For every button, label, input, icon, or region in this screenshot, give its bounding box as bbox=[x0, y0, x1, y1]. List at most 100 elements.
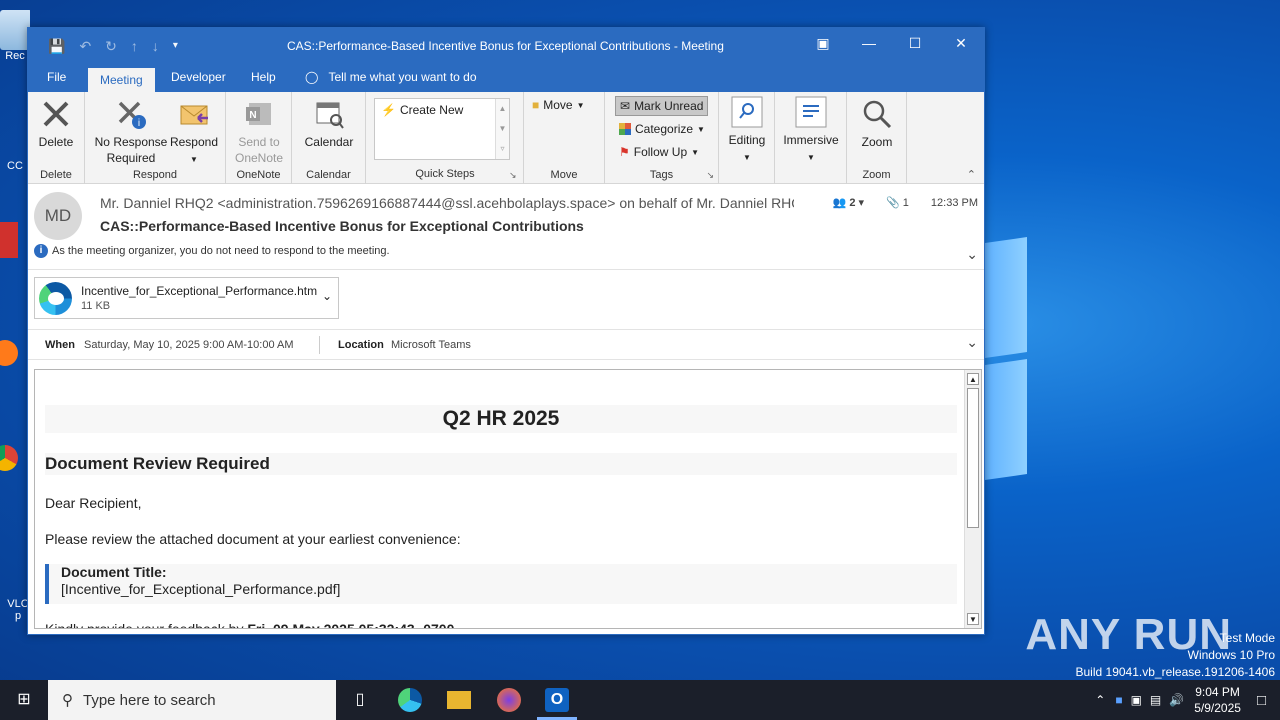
when-value: Saturday, May 10, 2025 9:00 AM-10:00 AM bbox=[84, 339, 294, 351]
no-response-icon: i bbox=[118, 101, 146, 129]
notification-icon[interactable]: □ bbox=[1257, 692, 1266, 709]
chevron-down-icon: ▼ bbox=[807, 153, 815, 162]
scroll-down-icon[interactable]: ▼ bbox=[967, 613, 979, 625]
attachment-card[interactable]: Incentive_for_Exceptional_Performance.ht… bbox=[34, 277, 339, 319]
chevron-down-icon: ▼ bbox=[743, 153, 751, 162]
categorize-button[interactable]: Categorize ▼ bbox=[619, 122, 705, 136]
categorize-icon bbox=[619, 123, 631, 135]
network-icon[interactable]: ▤ bbox=[1150, 693, 1161, 707]
body-paragraph: Please review the attached document at y… bbox=[45, 531, 461, 547]
subject: CAS::Performance-Based Incentive Bonus f… bbox=[100, 218, 584, 234]
body-scrollbar[interactable]: ▲ ▼ bbox=[964, 370, 981, 628]
when-label: When bbox=[45, 339, 75, 351]
group-label: OneNote bbox=[236, 169, 281, 181]
scroll-up-icon[interactable]: ▲ bbox=[967, 373, 979, 385]
device-icon[interactable]: ▣ bbox=[1131, 693, 1142, 707]
quick-step-create-new[interactable]: ⚡ Create New bbox=[381, 103, 463, 117]
search-placeholder: Type here to search bbox=[83, 691, 216, 709]
down-arrow-icon[interactable]: ↓ bbox=[152, 38, 159, 55]
move-button[interactable]: ■ Move ▼ bbox=[532, 98, 585, 112]
message-time: 12:33 PM bbox=[930, 196, 978, 209]
customize-toolbar-icon[interactable]: ▾ bbox=[173, 38, 178, 55]
editing-button[interactable]: Editing ▼ bbox=[724, 96, 770, 166]
onenote-icon: N bbox=[246, 103, 271, 125]
attendees-button[interactable]: 👥 2 ▾ bbox=[833, 196, 864, 209]
up-arrow-icon[interactable]: ↑ bbox=[131, 38, 138, 55]
envelope-icon: ✉ bbox=[620, 99, 631, 113]
file-explorer-icon[interactable] bbox=[447, 691, 471, 709]
tell-me-search[interactable]: ◯ Tell me what you want to do bbox=[305, 70, 477, 84]
group-label: Respond bbox=[132, 169, 178, 181]
group-respond: i No Response Required Respond ▼ Respond bbox=[85, 92, 226, 184]
group-label: Delete bbox=[40, 169, 72, 181]
search-icon: ⚲ bbox=[62, 692, 73, 709]
follow-up-button[interactable]: ⚑ Follow Up ▼ bbox=[619, 145, 699, 159]
group-label: Move bbox=[550, 169, 578, 181]
group-delete: Delete Delete bbox=[28, 92, 85, 184]
delete-button[interactable]: Delete bbox=[36, 98, 76, 150]
save-icon[interactable]: 💾 bbox=[48, 38, 65, 55]
clock[interactable]: 9:04 PM 5/9/2025 bbox=[1194, 684, 1241, 716]
redo-icon[interactable]: ↻ bbox=[105, 38, 117, 55]
minimize-button[interactable]: — bbox=[846, 28, 892, 60]
chevron-down-icon[interactable]: ⌄ bbox=[966, 334, 978, 351]
chevron-down-icon[interactable]: ⌄ bbox=[966, 246, 978, 263]
desktop-icon-firefox[interactable] bbox=[0, 340, 30, 390]
group-onenote: N Send to OneNote OneNote bbox=[226, 92, 292, 184]
maximize-button[interactable]: ☐ bbox=[892, 28, 938, 60]
ribbon-display-icon[interactable]: ▣ bbox=[800, 28, 846, 60]
chevron-down-icon[interactable]: ⌄ bbox=[322, 289, 332, 303]
desktop-icon-chrome[interactable] bbox=[0, 445, 30, 515]
attachment-name: Incentive_for_Exceptional_Performance.ht… bbox=[81, 284, 318, 298]
start-button[interactable]: ⊞ bbox=[12, 688, 36, 712]
firefox-icon[interactable] bbox=[497, 688, 521, 712]
body-heading: Q2 HR 2025 bbox=[45, 405, 957, 433]
title-bar: 💾 ↶ ↻ ↑ ↓ ▾ CAS::Performance-Based Incen… bbox=[28, 28, 984, 64]
volume-icon[interactable]: 🔊 bbox=[1169, 693, 1184, 707]
body-subheading: Document Review Required bbox=[45, 453, 957, 475]
taskbar-search[interactable]: ⚲ Type here to search bbox=[48, 680, 336, 720]
gallery-scroll[interactable]: ▲ ▼ ▿ bbox=[495, 99, 509, 159]
tab-help[interactable]: Help bbox=[251, 70, 276, 84]
close-button[interactable]: ✕ bbox=[938, 28, 984, 60]
group-move: ■ Move ▼ Move bbox=[524, 92, 605, 184]
task-view-icon[interactable]: ▯ bbox=[348, 688, 372, 712]
respond-button[interactable]: Respond ▼ bbox=[169, 98, 219, 168]
group-calendar: Calendar Calendar bbox=[292, 92, 366, 184]
edge-icon[interactable] bbox=[398, 688, 422, 712]
zoom-button[interactable]: Zoom bbox=[855, 98, 899, 150]
edge-icon bbox=[39, 282, 72, 315]
outlook-tray-icon[interactable]: ■ bbox=[1115, 693, 1122, 707]
collapse-ribbon-icon[interactable]: ⌃ bbox=[967, 168, 976, 181]
folder-icon: ■ bbox=[532, 98, 540, 112]
no-response-required-button[interactable]: i No Response Required bbox=[91, 98, 171, 166]
group-label: Zoom bbox=[862, 169, 891, 181]
chevron-up-icon[interactable]: ⌃ bbox=[1095, 693, 1105, 707]
immersive-reader-button[interactable]: Immersive ▼ bbox=[779, 96, 843, 166]
calendar-button[interactable]: Calendar bbox=[300, 98, 358, 150]
outlook-icon[interactable]: O bbox=[545, 688, 569, 712]
tab-developer[interactable]: Developer bbox=[171, 70, 226, 84]
quick-steps-launcher-icon[interactable]: ↘ bbox=[509, 170, 517, 181]
tags-launcher-icon[interactable]: ↘ bbox=[706, 170, 714, 181]
desktop-icon-recycle[interactable]: Rec bbox=[0, 10, 30, 72]
windows-logo bbox=[985, 237, 1030, 480]
desktop-icon-vlc[interactable]: VLC p bbox=[0, 578, 30, 628]
quick-steps-gallery[interactable]: ⚡ Create New ▲ ▼ ▿ bbox=[374, 98, 510, 160]
sender[interactable]: Mr. Danniel RHQ2 <administration.7596269… bbox=[100, 195, 794, 211]
send-to-onenote-button[interactable]: N Send to OneNote bbox=[232, 98, 286, 166]
flag-icon: ⚑ bbox=[619, 145, 630, 159]
tab-meeting[interactable]: Meeting bbox=[88, 68, 155, 92]
message-header: MD Mr. Danniel RHQ2 <administration.7596… bbox=[28, 184, 984, 270]
group-zoom: Zoom Zoom bbox=[847, 92, 907, 184]
window-title: CAS::Performance-Based Incentive Bonus f… bbox=[287, 39, 724, 53]
group-editing: Editing ▼ bbox=[719, 92, 775, 184]
attachments-count[interactable]: 📎 1 bbox=[886, 196, 909, 209]
desktop-icon-2[interactable]: CC bbox=[0, 160, 30, 182]
ribbon-tabs: File Meeting Developer Help ◯ Tell me wh… bbox=[28, 64, 984, 92]
tab-file[interactable]: File bbox=[47, 70, 66, 84]
scroll-thumb[interactable] bbox=[967, 388, 979, 528]
mark-unread-button[interactable]: ✉ Mark Unread bbox=[615, 96, 709, 116]
undo-icon[interactable]: ↶ bbox=[79, 38, 91, 55]
desktop-icon-3[interactable] bbox=[0, 222, 30, 302]
